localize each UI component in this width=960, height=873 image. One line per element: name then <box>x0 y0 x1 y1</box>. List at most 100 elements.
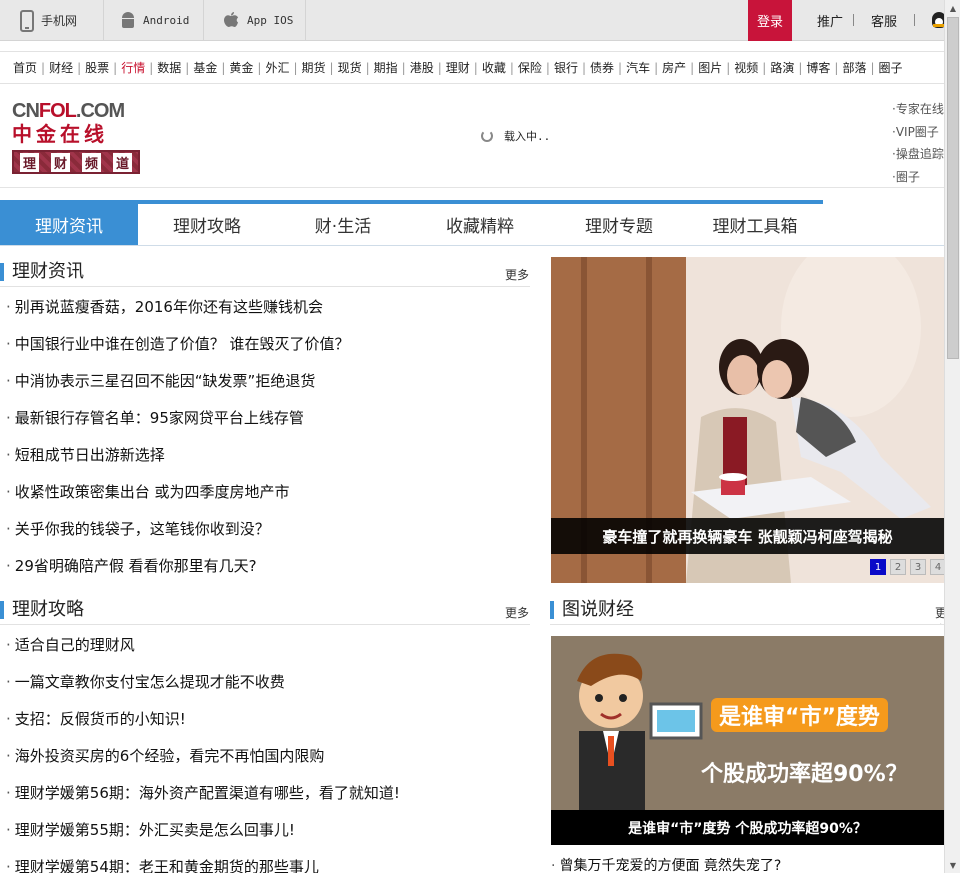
login-button[interactable]: 登录 <box>748 0 792 41</box>
scroll-up-arrow[interactable]: ▲ <box>945 0 960 16</box>
nav-divider: | <box>618 60 623 75</box>
slide-page-button[interactable]: 4 <box>930 559 944 575</box>
list-item[interactable]: 理财学媛第54期：老王和黄金期货的那些事儿 <box>6 849 530 873</box>
topbar-divider <box>853 14 854 26</box>
tab-collection[interactable]: 收藏精粹 <box>410 204 550 245</box>
nav-divider: | <box>401 60 406 75</box>
site-logo[interactable]: CNFOL.COM 中金在线 理财频道 <box>12 100 142 180</box>
list-item[interactable]: 海外投资买房的6个经验，看完不再怕国内限购 <box>6 738 530 775</box>
scroll-down-arrow[interactable]: ▼ <box>945 857 960 873</box>
strategy-section-header: 理财攻略 更多 <box>0 595 530 625</box>
nav-item[interactable]: 保险 <box>518 59 542 76</box>
section-tabs: 理财资讯 理财攻略 财·生活 收藏精粹 理财专题 理财工具箱 <box>0 200 944 246</box>
list-item[interactable]: 理财学媛第56期：海外资产配置渠道有哪些，看了就知道! <box>6 775 530 812</box>
nav-divider: | <box>77 60 82 75</box>
topbar-divider <box>914 14 915 26</box>
nav-divider: | <box>509 60 514 75</box>
apple-icon <box>224 11 239 27</box>
nav-item[interactable]: 收藏 <box>482 59 506 76</box>
nav-divider: | <box>257 60 262 75</box>
strategy-more-link[interactable]: 更多 <box>505 604 529 621</box>
refresh-icon <box>481 130 493 142</box>
tab-toolbox[interactable]: 理财工具箱 <box>688 204 822 245</box>
nav-item[interactable]: 图片 <box>698 59 722 76</box>
list-item[interactable]: 适合自己的理财风 <box>6 627 530 664</box>
nav-divider: | <box>113 60 118 75</box>
list-item[interactable]: 关乎你我的钱袋子，这笔钱你收到没？ <box>6 511 530 548</box>
nav-divider: | <box>365 60 370 75</box>
nav-item[interactable]: 房产 <box>662 59 686 76</box>
list-item[interactable]: 理财学媛第55期：外汇买卖是怎么回事儿! <box>6 812 530 849</box>
nav-divider: | <box>185 60 190 75</box>
header-row: CNFOL.COM 中金在线 理财频道 载入中.. ·专家在线 ·VIP圈子 ·… <box>0 84 944 188</box>
side-link-circle[interactable]: ·圈子 <box>892 166 944 189</box>
picnews-banner[interactable]: 是谁审“市”度势 个股成功率超90%？ 是谁审“市”度势 个股成功率超90%？ <box>551 636 944 845</box>
tab-topics[interactable]: 理财专题 <box>550 204 688 245</box>
slide-page-button[interactable]: 3 <box>910 559 926 575</box>
section-marker <box>0 601 4 619</box>
nav-item[interactable]: 期货 <box>302 59 326 76</box>
list-item[interactable]: 29省明确陪产假 看看你那里有几天? <box>6 548 530 585</box>
service-link[interactable]: 客服 <box>871 0 897 41</box>
scroll-thumb[interactable] <box>947 17 959 359</box>
nav-item[interactable]: 基金 <box>193 59 217 76</box>
nav-divider: | <box>293 60 298 75</box>
nav-item[interactable]: 理财 <box>446 59 470 76</box>
nav-divider: | <box>726 60 731 75</box>
slide-caption[interactable]: 豪车撞了就再换辆豪车 张靓颖冯柯座驾揭秘 <box>551 518 944 554</box>
nav-item[interactable]: 港股 <box>410 59 434 76</box>
nav-item[interactable]: 路演 <box>770 59 794 76</box>
nav-item[interactable]: 数据 <box>157 59 181 76</box>
picnews-item[interactable]: · 曾集万千宠爱的方便面 竟然失宠了? <box>551 855 781 873</box>
slide-page-button[interactable]: 2 <box>890 559 906 575</box>
nav-item[interactable]: 银行 <box>554 59 578 76</box>
nav-item[interactable]: 首页 <box>13 59 37 76</box>
android-app-link[interactable]: Android <box>104 0 204 41</box>
list-item[interactable]: 支招：反假货币的小知识! <box>6 701 530 738</box>
list-item[interactable]: 别再说蓝瘦香菇，2016年你还有这些赚钱机会 <box>6 289 530 326</box>
nav-divider: | <box>221 60 226 75</box>
nav-divider: | <box>41 60 46 75</box>
nav-item[interactable]: 部落 <box>842 59 866 76</box>
nav-divider: | <box>834 60 839 75</box>
channel-nav: 首页 | 财经 | 股票 | 行情 | 数据 | 基金 | 黄金 | 外汇 | 期货 | 现货 | 期指 | 港股 | 理财 | 收… <box>0 51 944 84</box>
nav-item[interactable]: 黄金 <box>229 59 253 76</box>
nav-item[interactable]: 行情 <box>121 59 145 76</box>
slide-page-button[interactable]: 1 <box>870 559 886 575</box>
news-more-link[interactable]: 更多 <box>505 266 529 283</box>
list-item[interactable]: 收紧性政策密集出台 或为四季度房地产市 <box>6 474 530 511</box>
tab-wealth-life[interactable]: 财·生活 <box>276 204 410 245</box>
side-link-expert[interactable]: ·专家在线 <box>892 98 944 121</box>
picnews-caption[interactable]: 是谁审“市”度势 个股成功率超90%？ <box>551 810 944 845</box>
nav-item[interactable]: 博客 <box>806 59 830 76</box>
side-link-vip[interactable]: ·VIP圈子 <box>892 121 944 144</box>
list-item[interactable]: 一篇文章教你支付宝怎么提现才能不收费 <box>6 664 530 701</box>
list-item[interactable]: 短租成节日出游新选择 <box>6 437 530 474</box>
nav-item[interactable]: 汽车 <box>626 59 650 76</box>
nav-item[interactable]: 视频 <box>734 59 758 76</box>
side-link-trading[interactable]: ·操盘追踪 <box>892 143 944 166</box>
nav-item[interactable]: 现货 <box>338 59 362 76</box>
tab-finance-news[interactable]: 理财资讯 <box>0 204 138 245</box>
top-bar: 手机网 Android App IOS 登录 推广 客服 <box>0 0 944 41</box>
ios-app-link[interactable]: App IOS <box>204 0 306 41</box>
picnews-more-link[interactable]: 更多 <box>935 604 944 624</box>
list-item[interactable]: 中消协表示三星召回不能因“缺发票”拒绝退货 <box>6 363 530 400</box>
nav-divider: | <box>329 60 334 75</box>
list-item[interactable]: 最新银行存管名单：95家网贷平台上线存管 <box>6 400 530 437</box>
featured-slideshow[interactable]: 豪车撞了就再换辆豪车 张靓颖冯柯座驾揭秘 1234 <box>551 257 944 583</box>
ios-label: App IOS <box>247 14 294 27</box>
nav-item[interactable]: 外汇 <box>265 59 289 76</box>
nav-item[interactable]: 债券 <box>590 59 614 76</box>
mobile-site-link[interactable]: 手机网 <box>0 0 104 41</box>
page-scrollbar[interactable]: ▲ ▼ <box>944 0 960 873</box>
nav-item[interactable]: 圈子 <box>879 59 903 76</box>
list-item[interactable]: 中国银行业中谁在创造了价值？ 谁在毁灭了价值？ <box>6 326 530 363</box>
section-marker <box>550 601 554 619</box>
nav-item[interactable]: 财经 <box>49 59 73 76</box>
tab-finance-strategy[interactable]: 理财攻略 <box>138 204 276 245</box>
qq-icon[interactable] <box>932 12 944 28</box>
nav-item[interactable]: 股票 <box>85 59 109 76</box>
promote-link[interactable]: 推广 <box>817 0 843 41</box>
nav-item[interactable]: 期指 <box>374 59 398 76</box>
